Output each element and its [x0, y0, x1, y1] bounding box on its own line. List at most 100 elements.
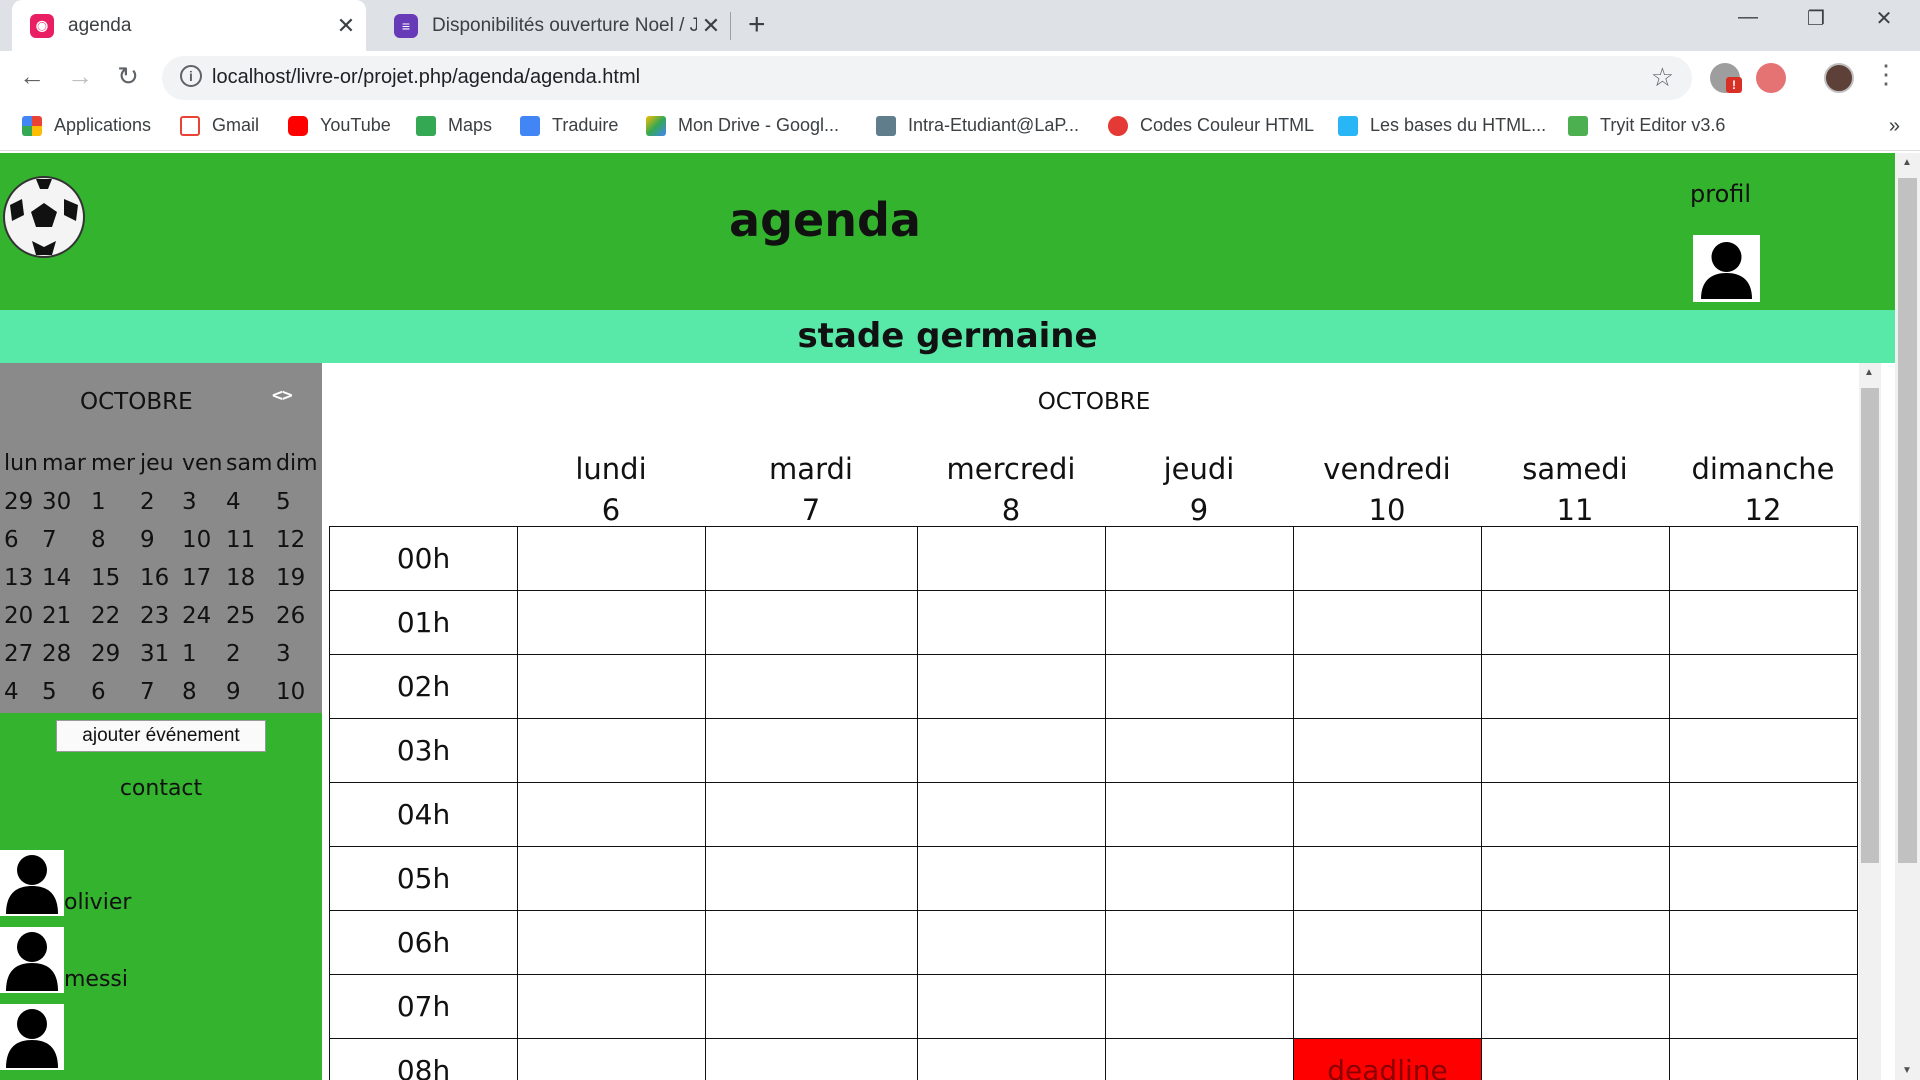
mini-calendar-day[interactable]: 11	[226, 527, 255, 553]
time-slot[interactable]	[1105, 526, 1294, 591]
page-scrollbar[interactable]: ▲ ▼	[1895, 153, 1920, 1080]
close-window-button[interactable]: ✕	[1854, 6, 1914, 31]
add-event-button[interactable]: ajouter événement	[56, 720, 266, 752]
mini-calendar-day[interactable]: 2	[140, 489, 155, 515]
time-slot[interactable]	[1105, 654, 1294, 719]
time-slot[interactable]	[1293, 526, 1482, 591]
mini-calendar-day[interactable]: 5	[276, 489, 291, 515]
time-slot[interactable]	[517, 782, 706, 847]
mini-calendar-day[interactable]: 13	[4, 565, 33, 591]
mini-calendar-day[interactable]: 1	[182, 641, 197, 667]
mini-calendar-day[interactable]: 25	[226, 603, 255, 629]
time-slot[interactable]	[917, 846, 1106, 911]
restore-button[interactable]: ❐	[1786, 6, 1846, 31]
mini-calendar-day[interactable]: 12	[276, 527, 305, 553]
time-slot[interactable]	[1481, 782, 1670, 847]
time-slot[interactable]	[1669, 782, 1858, 847]
mini-calendar-day[interactable]: 3	[276, 641, 291, 667]
mini-calendar-day[interactable]: 31	[140, 641, 169, 667]
mini-calendar-day[interactable]: 4	[226, 489, 241, 515]
time-slot[interactable]	[1293, 590, 1482, 655]
time-slot[interactable]	[1669, 974, 1858, 1039]
extension-shield-icon[interactable]: !	[1710, 63, 1742, 93]
time-slot[interactable]	[1293, 910, 1482, 975]
time-slot[interactable]	[705, 654, 918, 719]
mini-calendar-day[interactable]: 15	[91, 565, 120, 591]
time-slot[interactable]	[1481, 974, 1670, 1039]
contact-item[interactable]: messi	[0, 927, 322, 993]
bookmark-codes-couleur[interactable]: Codes Couleur HTML	[1108, 115, 1314, 136]
time-slot[interactable]	[1293, 846, 1482, 911]
time-slot[interactable]	[1293, 974, 1482, 1039]
time-slot[interactable]	[517, 718, 706, 783]
address-bar[interactable]: i localhost/livre-or/projet.php/agenda/a…	[162, 56, 1692, 100]
bookmark-drive[interactable]: Mon Drive - Googl...	[646, 115, 839, 136]
time-slot[interactable]	[1105, 846, 1294, 911]
mini-calendar-day[interactable]: 14	[42, 565, 71, 591]
time-slot[interactable]	[1105, 910, 1294, 975]
close-tab-icon[interactable]: ✕	[697, 13, 725, 39]
time-slot[interactable]	[705, 590, 918, 655]
time-slot[interactable]	[917, 590, 1106, 655]
time-slot[interactable]	[705, 526, 918, 591]
bookmark-youtube[interactable]: YouTube	[288, 115, 391, 136]
bookmark-maps[interactable]: Maps	[416, 115, 492, 136]
new-tab-button[interactable]: +	[748, 8, 766, 42]
bookmark-star-icon[interactable]: ☆	[1651, 62, 1674, 93]
bookmark-gmail[interactable]: Gmail	[180, 115, 259, 136]
scrollbar-thumb[interactable]	[1898, 178, 1917, 863]
scrollbar-thumb[interactable]	[1861, 388, 1879, 863]
bookmark-bases-html[interactable]: Les bases du HTML...	[1338, 115, 1546, 136]
time-slot[interactable]	[1481, 718, 1670, 783]
time-slot[interactable]	[1481, 1038, 1670, 1080]
time-slot[interactable]	[917, 910, 1106, 975]
mini-calendar-day[interactable]: 8	[91, 527, 106, 553]
mini-calendar-day[interactable]: 10	[182, 527, 211, 553]
time-slot[interactable]	[705, 974, 918, 1039]
bookmark-tryit[interactable]: Tryit Editor v3.6	[1568, 115, 1725, 136]
mini-calendar-day[interactable]: 5	[42, 679, 57, 705]
event-cell[interactable]: deadline	[1293, 1038, 1482, 1080]
mini-calendar-day[interactable]: 18	[226, 565, 255, 591]
time-slot[interactable]	[1481, 910, 1670, 975]
scroll-up-icon[interactable]: ▲	[1902, 157, 1912, 168]
time-slot[interactable]	[917, 526, 1106, 591]
minimize-button[interactable]: —	[1718, 6, 1778, 29]
forward-arrow-icon[interactable]: →	[62, 61, 98, 92]
time-slot[interactable]	[1293, 782, 1482, 847]
reload-icon[interactable]: ↻	[110, 61, 146, 92]
profile-label[interactable]: profil	[1690, 180, 1751, 208]
mini-calendar-day[interactable]: 9	[140, 527, 155, 553]
more-bookmarks-icon[interactable]: »	[1889, 115, 1900, 138]
time-slot[interactable]	[917, 782, 1106, 847]
time-slot[interactable]	[1481, 846, 1670, 911]
mini-calendar-day[interactable]: 29	[91, 641, 120, 667]
mini-calendar-day[interactable]: 23	[140, 603, 169, 629]
time-slot[interactable]	[1293, 654, 1482, 719]
mini-calendar-day[interactable]: 17	[182, 565, 211, 591]
time-slot[interactable]	[917, 974, 1106, 1039]
mini-calendar-day[interactable]: 7	[42, 527, 57, 553]
mini-calendar-day[interactable]: 9	[226, 679, 241, 705]
mini-calendar-day[interactable]: 21	[42, 603, 71, 629]
mini-calendar-day[interactable]: 8	[182, 679, 197, 705]
menu-kebab-icon[interactable]: ⋮	[1868, 59, 1904, 90]
time-slot[interactable]	[1105, 782, 1294, 847]
back-arrow-icon[interactable]: ←	[14, 61, 50, 92]
time-slot[interactable]	[517, 846, 706, 911]
extension-cookie-icon[interactable]	[1756, 63, 1786, 93]
time-slot[interactable]	[517, 654, 706, 719]
time-slot[interactable]	[1105, 718, 1294, 783]
time-slot[interactable]	[517, 526, 706, 591]
mini-calendar-day[interactable]: 4	[4, 679, 19, 705]
time-slot[interactable]	[517, 1038, 706, 1080]
bookmark-applications[interactable]: Applications	[22, 115, 151, 136]
mini-calendar-day[interactable]: 24	[182, 603, 211, 629]
bookmark-traduire[interactable]: Traduire	[520, 115, 618, 136]
time-slot[interactable]	[705, 846, 918, 911]
time-slot[interactable]	[1105, 1038, 1294, 1080]
user-avatar-icon[interactable]	[1824, 63, 1854, 93]
time-slot[interactable]	[1669, 718, 1858, 783]
calendar-scrollbar[interactable]: ▲	[1859, 363, 1881, 1080]
time-slot[interactable]	[1481, 590, 1670, 655]
